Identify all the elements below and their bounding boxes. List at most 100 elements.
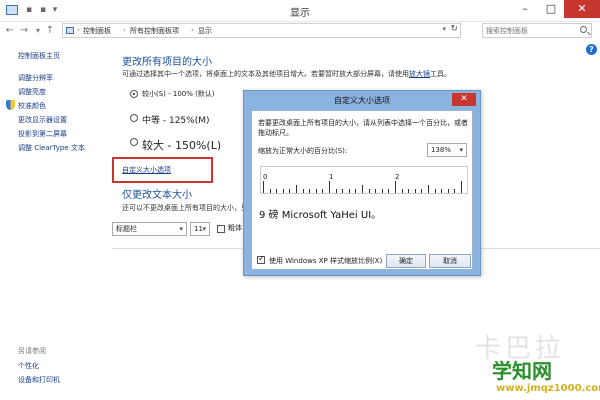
ruler-tick xyxy=(302,189,304,193)
ruler-tick xyxy=(276,189,278,193)
see-also-heading: 另请参阅 xyxy=(18,347,46,355)
scaling-ruler[interactable]: 0 1 2 xyxy=(260,166,468,194)
dialog-instruction: 若要更改桌面上所有项目的大小，请从列表中选择一个百分比，或者拖动标尺。 xyxy=(258,119,468,137)
description-text: 可通过选择其中一个选项，将桌面上的文本及其他项目增大。若要暂时放大部分屏幕，请使… xyxy=(122,70,409,78)
percent-label: 缩放为正常大小的百分比(S): xyxy=(258,147,348,155)
sidebar-item-cleartype[interactable]: 调整 ClearType 文本 xyxy=(18,143,85,153)
breadcrumb-all-items[interactable]: 所有控制面板项 xyxy=(130,26,179,36)
custom-size-link[interactable]: 自定义大小选项 xyxy=(122,165,171,175)
highlight-box: 自定义大小选项 xyxy=(112,157,213,183)
dialog-close-button[interactable]: ✕ xyxy=(452,93,476,106)
ruler-tick xyxy=(447,189,449,193)
ruler-tick xyxy=(381,189,383,193)
ruler-tick xyxy=(322,189,324,193)
sidebar-item-display-settings[interactable]: 更改显示器设置 xyxy=(18,115,67,125)
element-select-value: 标题栏 xyxy=(116,225,137,233)
option-label: 中等 - 125%(M) xyxy=(142,116,210,126)
percent-select[interactable]: 138% ▾ xyxy=(427,143,467,157)
xp-scaling-checkbox[interactable]: ✓ xyxy=(257,254,265,264)
bold-label: 粗体 xyxy=(228,224,242,232)
chevron-down-icon: ▾ xyxy=(459,146,463,154)
ruler-tick xyxy=(441,189,443,193)
sidebar-item-devices-printers[interactable]: 设备和打印机 xyxy=(18,375,60,385)
option-label: 较小(S) - 100% (默认) xyxy=(142,90,215,98)
ruler-tick xyxy=(421,189,423,193)
refresh-icon[interactable]: ↻ xyxy=(450,24,458,34)
breadcrumb-control-panel[interactable]: 控制面板 xyxy=(83,26,111,36)
dialog-body: 若要更改桌面上所有项目的大小，请从列表中选择一个百分比，或者拖动标尺。 缩放为正… xyxy=(251,110,473,270)
font-size-select[interactable]: 11 ▾ xyxy=(190,222,210,236)
ruler-tick xyxy=(329,181,330,193)
quick-access-dropdown-icon[interactable]: ▾ xyxy=(50,5,60,15)
control-panel-icon xyxy=(66,27,74,34)
ruler-tick xyxy=(263,181,264,193)
recent-dropdown-icon[interactable]: ▾ xyxy=(32,24,44,37)
ruler-tick xyxy=(362,185,363,193)
ruler-tick xyxy=(454,189,456,193)
ruler-tick xyxy=(282,189,284,193)
breadcrumb-display[interactable]: 显示 xyxy=(198,26,212,36)
magnifier-link[interactable]: 放大镜 xyxy=(409,70,430,78)
custom-sizing-dialog: 自定义大小选项 ✕ 若要更改桌面上所有项目的大小，请从列表中选择一个百分比，或者… xyxy=(243,90,481,276)
dialog-footer: ✓ 使用 Windows XP 样式缩放比例(X) 确定 取消 xyxy=(251,251,473,271)
ruler-tick xyxy=(461,181,462,193)
ruler-tick xyxy=(414,189,416,193)
sidebar-home-link[interactable]: 控制面板主页 xyxy=(18,51,60,61)
search-input[interactable] xyxy=(486,25,576,36)
address-dropdown-icon[interactable]: ▾ xyxy=(442,25,446,33)
radio-button[interactable] xyxy=(130,90,138,98)
ruler-tick xyxy=(375,189,377,193)
sidebar-item-brightness[interactable]: 调整亮度 xyxy=(18,87,46,97)
search-box[interactable] xyxy=(482,23,592,38)
ruler-tick xyxy=(342,189,344,193)
ruler-number: 2 xyxy=(395,173,400,181)
up-icon[interactable]: ↑ xyxy=(44,24,56,37)
xp-scaling-label: 使用 Windows XP 样式缩放比例(X) xyxy=(269,257,383,265)
ruler-number: 0 xyxy=(263,173,268,181)
ruler-tick xyxy=(355,189,357,193)
title-bar: ▪ ▪ ▾ 显示 – □ ✕ xyxy=(0,0,600,22)
close-button[interactable]: ✕ xyxy=(564,0,600,18)
maximize-button[interactable]: □ xyxy=(538,0,564,18)
address-bar-row: ← → ▾ ↑ › 控制面板 › 所有控制面板项 › 显示 ▾ ↻ xyxy=(0,22,600,40)
ruler-tick xyxy=(335,189,337,193)
ruler-tick xyxy=(296,185,297,193)
ruler-tick xyxy=(395,181,396,193)
sidebar-item-calibrate-color[interactable]: 校准颜色 xyxy=(18,101,46,111)
radio-button[interactable] xyxy=(130,138,138,146)
bold-checkbox[interactable] xyxy=(217,225,225,233)
ok-button[interactable]: 确定 xyxy=(386,254,426,268)
minimize-button[interactable]: – xyxy=(512,0,538,18)
sidebar-item-project-second-screen[interactable]: 投影到第二屏幕 xyxy=(18,129,67,139)
back-icon[interactable]: ← xyxy=(4,24,16,37)
ruler-tick xyxy=(388,189,390,193)
ruler-tick xyxy=(309,189,311,193)
sidebar: 控制面板主页 调整分辨率 调整亮度 校准颜色 更改显示器设置 投影到第二屏幕 调… xyxy=(0,40,112,400)
page-description: 可通过选择其中一个选项，将桌面上的文本及其他项目增大。若要暂时放大部分屏幕，请使… xyxy=(122,69,451,79)
properties-icon[interactable]: ▪ xyxy=(24,5,34,15)
sample-text: 9 磅 Microsoft YaHei UI。 xyxy=(259,210,382,221)
dialog-title: 自定义大小选项 xyxy=(334,96,390,105)
chevron-down-icon: ▾ xyxy=(202,225,206,233)
ruler-tick xyxy=(289,189,291,193)
forward-icon[interactable]: → xyxy=(18,24,30,37)
element-select[interactable]: 标题栏 ▾ xyxy=(112,222,187,236)
ruler-tick xyxy=(408,189,410,193)
sidebar-item-resolution[interactable]: 调整分辨率 xyxy=(18,73,53,83)
description-tail: 工具。 xyxy=(430,70,451,78)
address-bar[interactable]: › 控制面板 › 所有控制面板项 › 显示 ▾ ↻ xyxy=(62,23,461,38)
ruler-tick xyxy=(401,189,403,193)
cancel-button[interactable]: 取消 xyxy=(429,254,471,268)
sidebar-item-personalize[interactable]: 个性化 xyxy=(18,361,39,371)
chevron-down-icon: ▾ xyxy=(179,225,183,233)
page-title: 更改所有项目的大小 xyxy=(122,57,212,68)
radio-button[interactable] xyxy=(130,114,138,122)
site-url: www.jmqz1000.com xyxy=(496,383,600,394)
text-size-description: 还可以不更改桌面上所有项目的大小，只更 xyxy=(122,204,255,212)
control-panel-icon xyxy=(6,5,18,15)
search-icon[interactable] xyxy=(580,26,587,33)
ruler-tick xyxy=(434,189,436,193)
new-folder-icon[interactable]: ▪ xyxy=(38,5,48,15)
ruler-number: 1 xyxy=(329,173,334,181)
option-label: 较大 - 150%(L) xyxy=(142,139,222,152)
